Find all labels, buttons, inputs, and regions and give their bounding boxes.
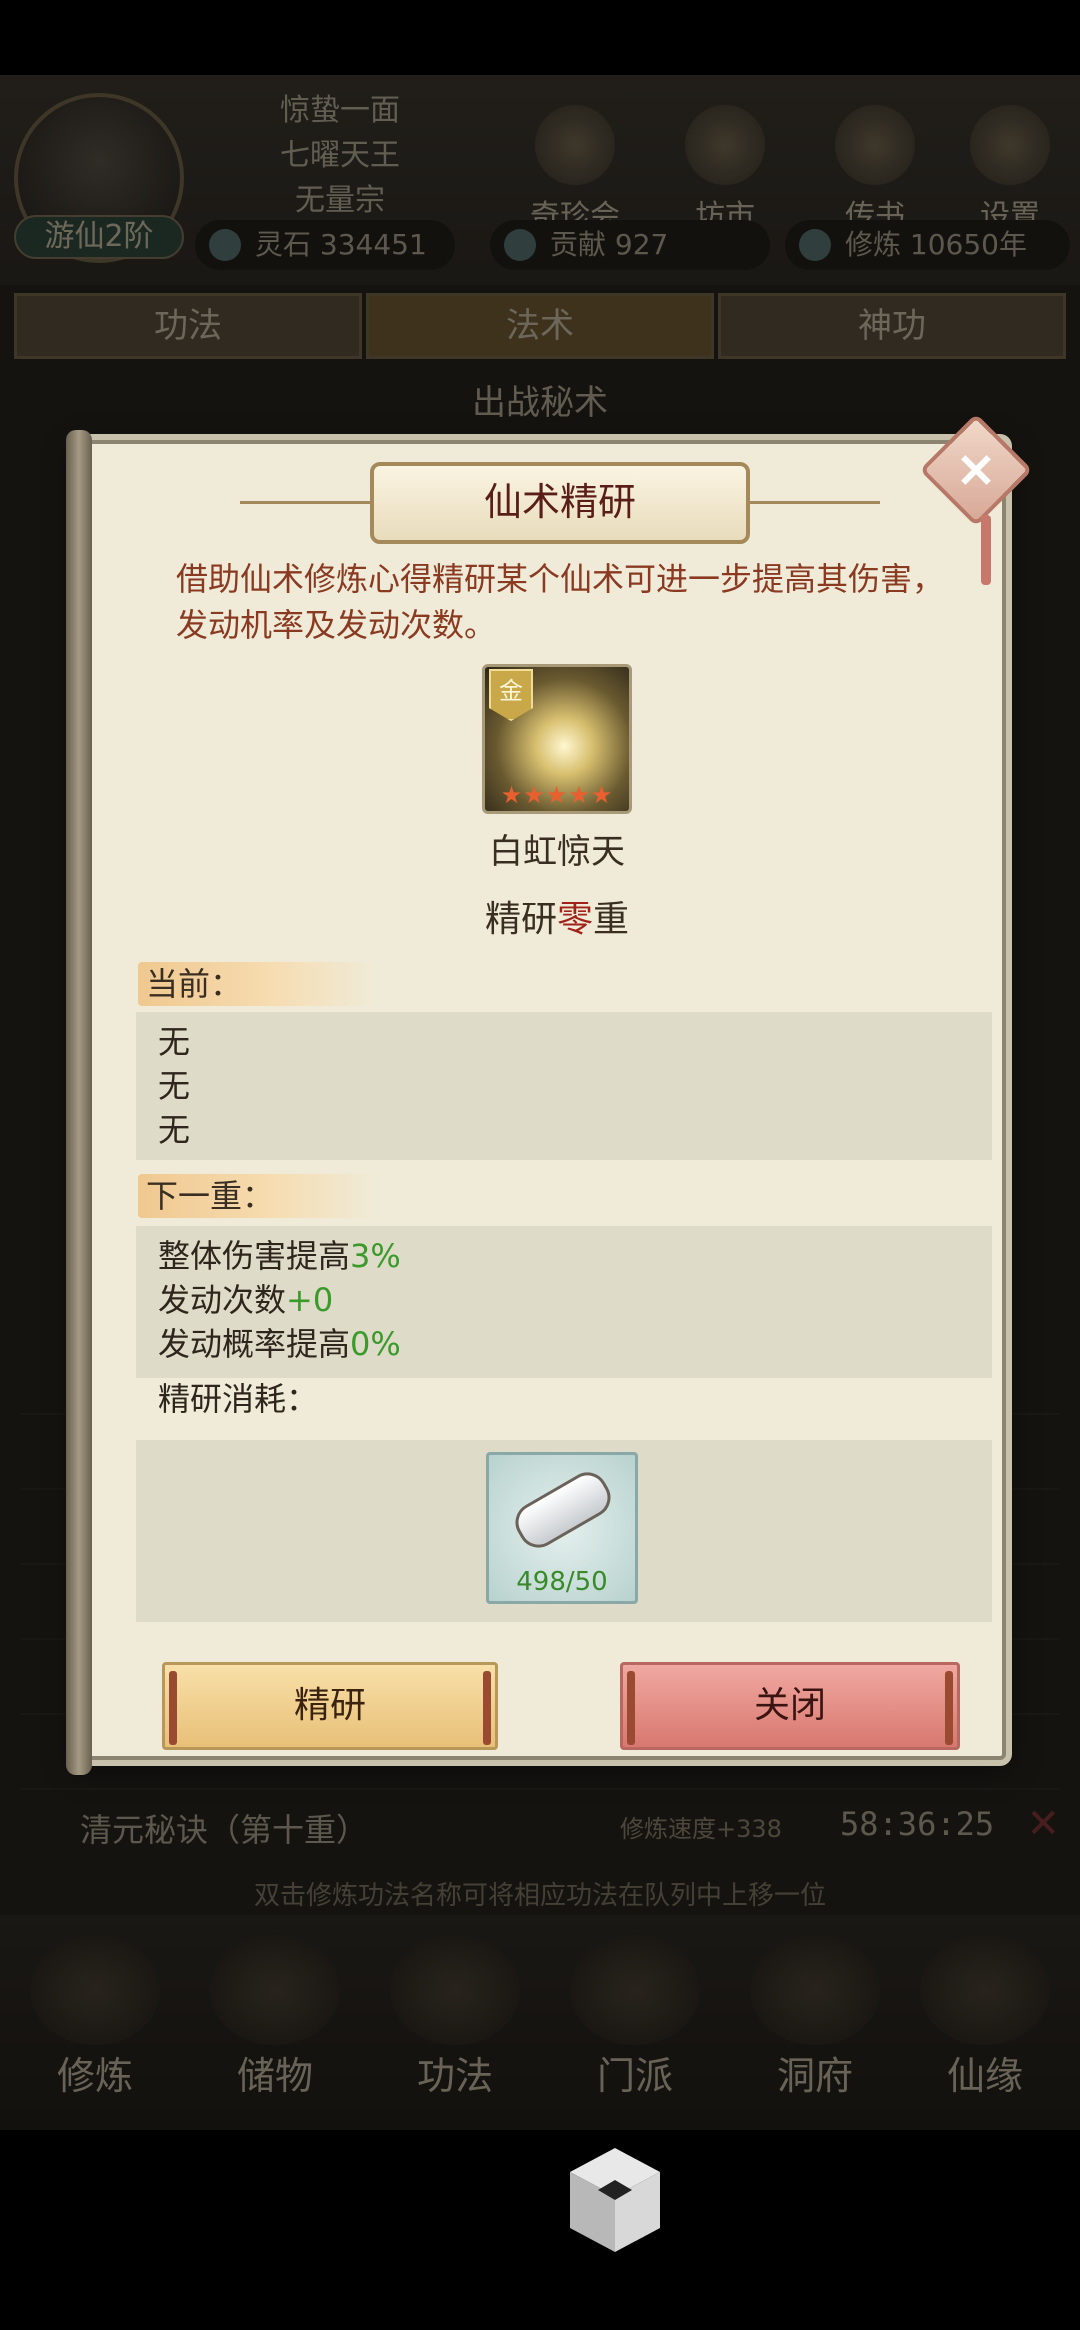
- refine-level: 精研零重: [380, 890, 734, 942]
- current-effects: 无 无 无: [136, 1012, 992, 1160]
- technique-name: 清元秘诀（第十重）: [80, 1811, 369, 1849]
- level-prefix: 精研: [484, 899, 557, 940]
- refine-dialog: 仙术精研 借助仙术修炼心得精研某个仙术可进一步提高其伤害，发动机率及发动次数。 …: [66, 413, 1033, 1775]
- effect-value: 3%: [350, 1237, 401, 1275]
- nav-dongfu[interactable]: 洞府: [730, 1935, 900, 2115]
- queue-hint: 双击修炼功法名称可将相应功法在队列中上移一位: [253, 1881, 826, 1911]
- nav-label: 门派: [596, 2054, 673, 2098]
- button-cap: [945, 1671, 953, 1745]
- nav-label: 储物: [236, 2054, 313, 2098]
- gongxian-resource: 贡献 927: [490, 220, 770, 270]
- remove-icon[interactable]: ✕: [1026, 1801, 1060, 1847]
- dialog-description: 借助仙术修炼心得精研某个仙术可进一步提高其伤害，发动机率及发动次数。: [176, 560, 945, 644]
- effect-value: 0%: [350, 1325, 401, 1363]
- cost-label: 精研消耗：: [158, 1380, 319, 1418]
- refine-button-label: 精研: [293, 1685, 366, 1726]
- nav-xianyuan[interactable]: 仙缘: [900, 1935, 1070, 2115]
- nav-menpai[interactable]: 门派: [550, 1935, 720, 2115]
- letter-icon: [835, 105, 915, 185]
- top-header: 游仙2阶 惊蛰一面 七曜天王 无量宗 奇珍会 坊市 传书 设置 灵石 33445…: [0, 75, 1080, 285]
- title-line-2: 七曜天王: [280, 138, 400, 173]
- realm-badge: 游仙2阶: [14, 215, 184, 259]
- cost-item-slot[interactable]: 498/50: [486, 1452, 638, 1604]
- effect-text: 发动概率提高: [158, 1325, 351, 1363]
- spirit-stone-icon: [209, 229, 241, 261]
- market-icon: [685, 105, 765, 185]
- title-line-3: 无量宗: [295, 183, 385, 218]
- star-rating: ★★★★★: [500, 781, 614, 809]
- tab-gongfa[interactable]: 功法: [14, 293, 362, 359]
- button-cap: [483, 1671, 491, 1745]
- cultivation-timer: 58:36:25: [840, 1805, 995, 1843]
- next-line-damage: 整体伤害提高3%: [158, 1234, 970, 1278]
- bottom-nav: 修炼 储物 功法 门派 洞府 仙缘: [0, 1915, 1080, 2130]
- current-line: 无: [158, 1111, 191, 1149]
- xiulian-resource: 修炼 10650年: [785, 220, 1070, 270]
- cave-icon: [750, 1935, 880, 2045]
- next-label: 下一重：: [138, 1174, 378, 1218]
- nav-chuwu[interactable]: 储物: [190, 1935, 360, 2115]
- title-ornament-right: [750, 501, 880, 504]
- current-label: 当前：: [138, 962, 378, 1006]
- meditation-icon: [30, 1935, 160, 2045]
- fate-icon: [920, 1935, 1050, 2045]
- scroll-book-icon: [390, 1935, 520, 2045]
- cultivation-icon: [799, 229, 831, 261]
- button-cap: [169, 1671, 177, 1745]
- effect-text: 发动次数: [158, 1281, 287, 1319]
- nav-label: 仙缘: [946, 2054, 1023, 2098]
- section-title: 出战秘术: [472, 383, 608, 423]
- bag-icon: [210, 1935, 340, 2045]
- title-line-1: 惊蛰一面: [280, 93, 400, 128]
- tab-shengong[interactable]: 神功: [718, 293, 1066, 359]
- skill-card[interactable]: 金 ★★★★★: [482, 664, 632, 814]
- nav-xiulian[interactable]: 修炼: [10, 1935, 180, 2115]
- nav-gongfa[interactable]: 功法: [370, 1935, 540, 2115]
- contribution-icon: [504, 229, 536, 261]
- scroll-rod: [66, 430, 92, 1775]
- next-effects: 整体伤害提高3% 发动次数+0 发动概率提高0%: [136, 1226, 992, 1378]
- gongxian-value: 贡献 927: [550, 228, 669, 261]
- item-count: 498/50: [516, 1567, 608, 1597]
- cultivation-speed: 修炼速度+338: [620, 1815, 782, 1843]
- xiulian-value: 修炼 10650年: [845, 228, 1027, 261]
- grade-badge: 金: [489, 669, 533, 721]
- next-line-count: 发动次数+0: [158, 1278, 970, 1322]
- nav-label: 修炼: [56, 2054, 133, 2098]
- nav-label: 洞府: [776, 2054, 853, 2098]
- skill-tabs: 功法 法术 神功: [14, 293, 1066, 359]
- lingshi-value: 灵石 334451: [255, 228, 427, 261]
- effect-value: +0: [286, 1281, 334, 1319]
- treasure-icon: [535, 105, 615, 185]
- effect-text: 整体伤害提高: [158, 1237, 351, 1275]
- refine-button[interactable]: 精研: [162, 1662, 498, 1750]
- tassel-decoration: [981, 515, 991, 585]
- dialog-panel: 仙术精研 借助仙术修炼心得精研某个仙术可进一步提高其伤害，发动机率及发动次数。 …: [76, 440, 1006, 1760]
- tab-fashu[interactable]: 法术: [366, 293, 714, 359]
- cultivation-queue-row[interactable]: 清元秘诀（第十重） 修炼速度+338 58:36:25 ✕: [20, 1795, 1060, 1855]
- current-line: 无: [158, 1067, 191, 1105]
- current-line: 无: [158, 1023, 191, 1061]
- temple-icon: [570, 1935, 700, 2045]
- dialog-title: 仙术精研: [370, 462, 750, 544]
- level-value: 零: [556, 899, 593, 940]
- system-bar: [0, 2130, 1080, 2330]
- skill-name: 白虹惊天: [489, 832, 625, 872]
- next-line-chance: 发动概率提高0%: [158, 1322, 970, 1366]
- close-button-label: 关闭: [753, 1685, 826, 1726]
- cube-icon[interactable]: [560, 2140, 670, 2260]
- level-suffix: 重: [593, 899, 630, 940]
- title-ornament-left: [240, 501, 370, 504]
- close-button[interactable]: 关闭: [620, 1662, 960, 1750]
- lingshi-resource: 灵石 334451: [195, 220, 455, 270]
- gear-icon: [970, 105, 1050, 185]
- button-cap: [627, 1671, 635, 1745]
- scroll-icon: [508, 1465, 618, 1555]
- nav-label: 功法: [416, 2054, 493, 2098]
